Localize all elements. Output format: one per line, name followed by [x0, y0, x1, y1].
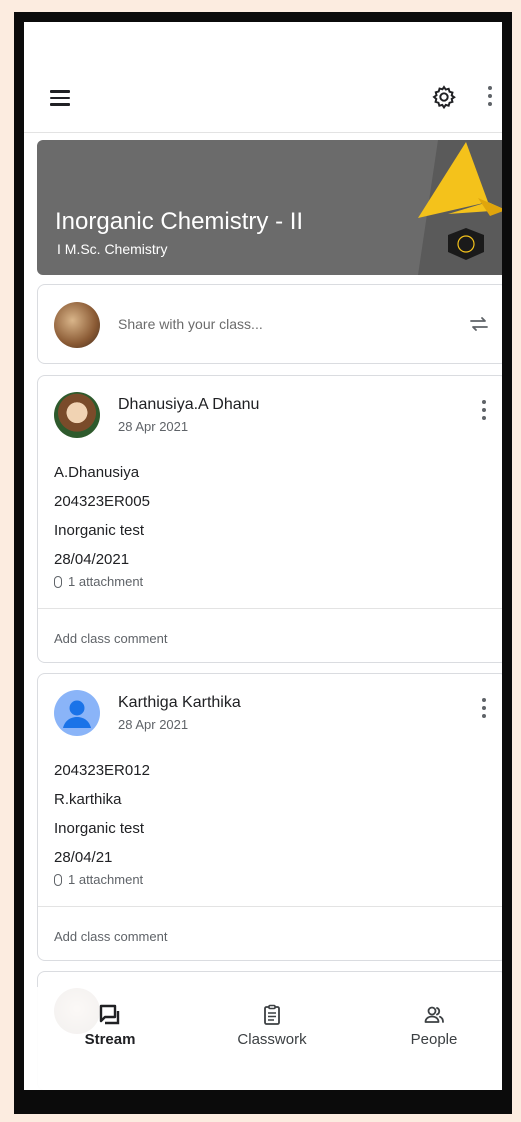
more-vert-icon[interactable] — [481, 698, 487, 720]
add-class-comment[interactable]: Add class comment — [54, 631, 167, 646]
share-placeholder[interactable]: Share with your class... — [118, 316, 263, 332]
post-author: Dhanusiya.A Dhanu — [118, 396, 260, 413]
post-date: 28 Apr 2021 — [118, 419, 189, 434]
stream-icon — [99, 1004, 120, 1025]
tab-people-label: People — [410, 1031, 458, 1048]
post-line: 204323ER005 — [54, 493, 150, 510]
share-with-class-box[interactable]: Share with your class... — [37, 284, 502, 364]
tab-people[interactable]: People — [374, 1003, 494, 1048]
tab-classwork-label: Classwork — [237, 1031, 307, 1048]
user-avatar — [54, 302, 100, 348]
stream-post[interactable]: Dhanusiya.A Dhanu 28 Apr 2021 A.Dhanusiy… — [37, 375, 502, 663]
attachment-count: 1 attachment — [68, 574, 144, 589]
class-section: I M.Sc. Chemistry — [57, 241, 168, 257]
class-title: Inorganic Chemistry - II — [55, 208, 304, 235]
more-vert-icon[interactable] — [486, 86, 494, 108]
post-body: A.Dhanusiya 204323ER005 Inorganic test 2… — [54, 458, 150, 574]
classroom-screen: Inorganic Chemistry - II I M.Sc. Chemist… — [24, 22, 502, 1090]
post-line: 28/04/21 — [54, 849, 113, 866]
gear-icon[interactable] — [431, 84, 457, 110]
clipboard-icon — [264, 1004, 280, 1025]
post-line: Inorganic test — [54, 820, 145, 837]
default-person-icon — [63, 700, 91, 728]
add-class-comment[interactable]: Add class comment — [54, 929, 167, 944]
paperclip-icon — [54, 874, 62, 886]
attachment-count: 1 attachment — [68, 872, 144, 887]
post-author: Karthiga Karthika — [118, 694, 241, 711]
banner-illustration — [418, 140, 502, 275]
divider — [38, 906, 502, 907]
post-line: R.karthika — [54, 791, 122, 808]
tab-stream-label: Stream — [84, 1031, 136, 1048]
stream-post[interactable]: Karthiga Karthika 28 Apr 2021 204323ER01… — [37, 673, 502, 961]
more-vert-icon[interactable] — [481, 400, 487, 422]
repost-icon[interactable] — [467, 311, 491, 337]
post-body: 204323ER012 R.karthika Inorganic test 28… — [54, 756, 150, 872]
bottom-navigation: Stream Classwork People — [24, 987, 502, 1090]
class-banner[interactable]: Inorganic Chemistry - II I M.Sc. Chemist… — [37, 140, 502, 275]
post-date: 28 Apr 2021 — [118, 717, 189, 732]
attachment-link[interactable]: 1 attachment — [54, 872, 143, 887]
author-avatar — [54, 690, 100, 736]
top-app-bar — [24, 22, 502, 133]
people-icon — [424, 1006, 444, 1023]
tab-classwork[interactable]: Classwork — [212, 1003, 332, 1048]
post-line: 28/04/2021 — [54, 551, 130, 568]
post-line: A.Dhanusiya — [54, 464, 140, 481]
attachment-link[interactable]: 1 attachment — [54, 574, 143, 589]
divider — [38, 608, 502, 609]
author-avatar — [54, 392, 100, 438]
paperclip-icon — [54, 576, 62, 588]
post-line: Inorganic test — [54, 522, 145, 539]
tab-stream[interactable]: Stream — [50, 1003, 170, 1048]
post-line: 204323ER012 — [54, 762, 150, 779]
hamburger-menu-icon[interactable] — [50, 90, 70, 106]
